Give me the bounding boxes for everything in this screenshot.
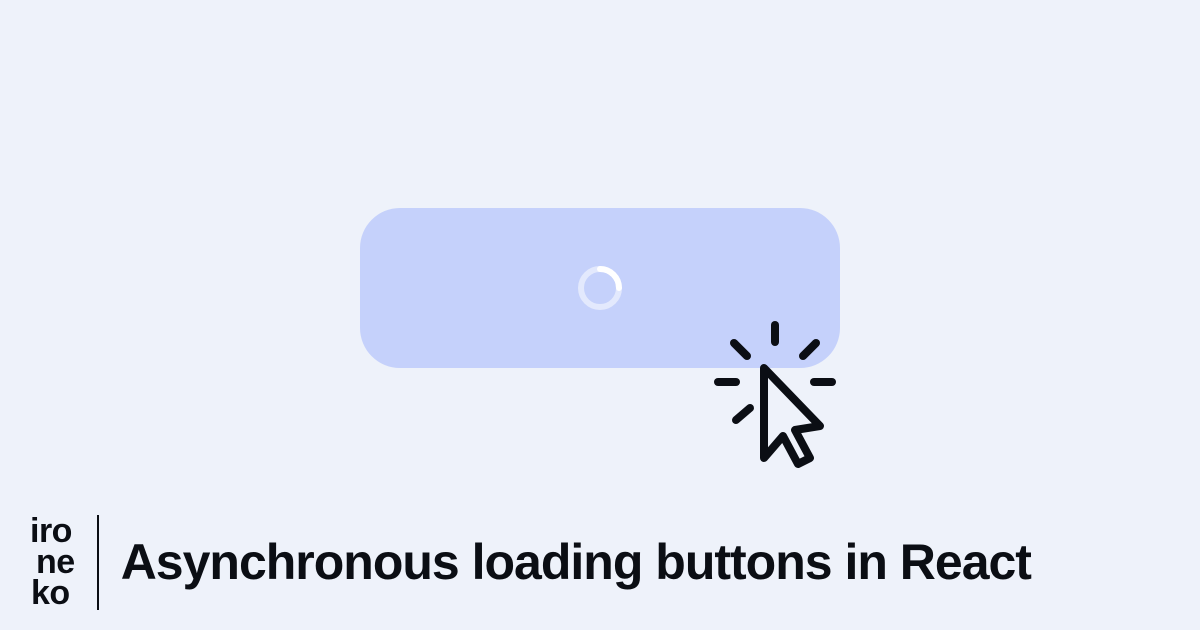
logo-line-3: ko xyxy=(30,578,75,609)
cursor-click-icon xyxy=(710,320,840,470)
footer: iro ne ko Asynchronous loading buttons i… xyxy=(30,515,1031,610)
vertical-divider xyxy=(97,515,99,610)
brand-logo: iro ne ko xyxy=(30,516,75,610)
page-title: Asynchronous loading buttons in React xyxy=(121,535,1031,590)
spinner-icon xyxy=(575,263,625,313)
